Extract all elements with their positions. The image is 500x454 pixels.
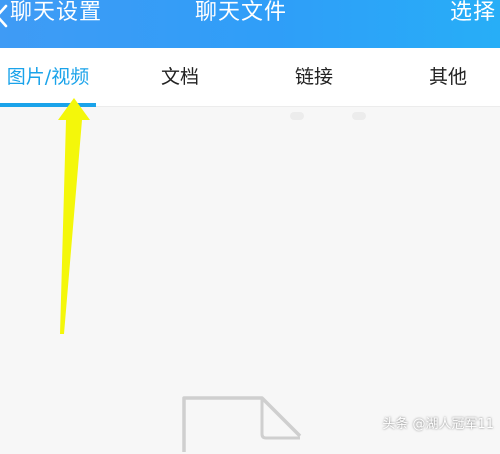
faded-mark bbox=[290, 112, 304, 120]
arrow-up-icon bbox=[58, 98, 90, 334]
document-icon bbox=[182, 396, 302, 452]
watermark: 头条 @湖人冠军11 bbox=[382, 417, 494, 432]
tab-links[interactable]: 链接 bbox=[274, 48, 354, 106]
back-button[interactable]: 聊天设置 bbox=[10, 0, 102, 26]
chevron-left-icon[interactable] bbox=[0, 4, 8, 28]
select-button[interactable]: 选择 bbox=[450, 0, 496, 26]
tab-other[interactable]: 其他 bbox=[408, 48, 488, 106]
faded-mark bbox=[352, 112, 366, 120]
title-bar: 聊天设置 聊天文件 选择 bbox=[0, 0, 500, 48]
page-title: 聊天文件 bbox=[195, 0, 288, 25]
tab-documents[interactable]: 文档 bbox=[140, 48, 220, 106]
